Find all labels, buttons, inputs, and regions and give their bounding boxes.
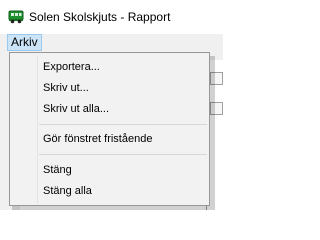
- window-title: Solen Skolskjuts - Rapport: [29, 10, 171, 24]
- menu-separator: [39, 124, 207, 125]
- menu-item-skriv-ut-alla[interactable]: Skriv ut alla...: [12, 99, 207, 119]
- menu-item-skriv-ut[interactable]: Skriv ut...: [12, 78, 207, 98]
- bus-icon: [8, 10, 24, 24]
- arkiv-dropdown-menu: Exportera... Skriv ut... Skriv ut alla..…: [9, 52, 210, 206]
- app-window: Solen Skolskjuts - Rapport Arkiv Exporte…: [0, 0, 223, 210]
- menu-bar: Arkiv: [0, 34, 223, 51]
- menu-item-gor-fristaende[interactable]: Gör fönstret fristående: [12, 129, 207, 149]
- menu-separator: [39, 154, 207, 155]
- menu-item-stang-alla[interactable]: Stäng alla: [12, 181, 207, 201]
- menu-item-exportera[interactable]: Exportera...: [12, 57, 207, 77]
- menu-item-stang[interactable]: Stäng: [12, 160, 207, 180]
- title-bar: Solen Skolskjuts - Rapport: [0, 0, 223, 34]
- menu-arkiv[interactable]: Arkiv: [7, 34, 42, 51]
